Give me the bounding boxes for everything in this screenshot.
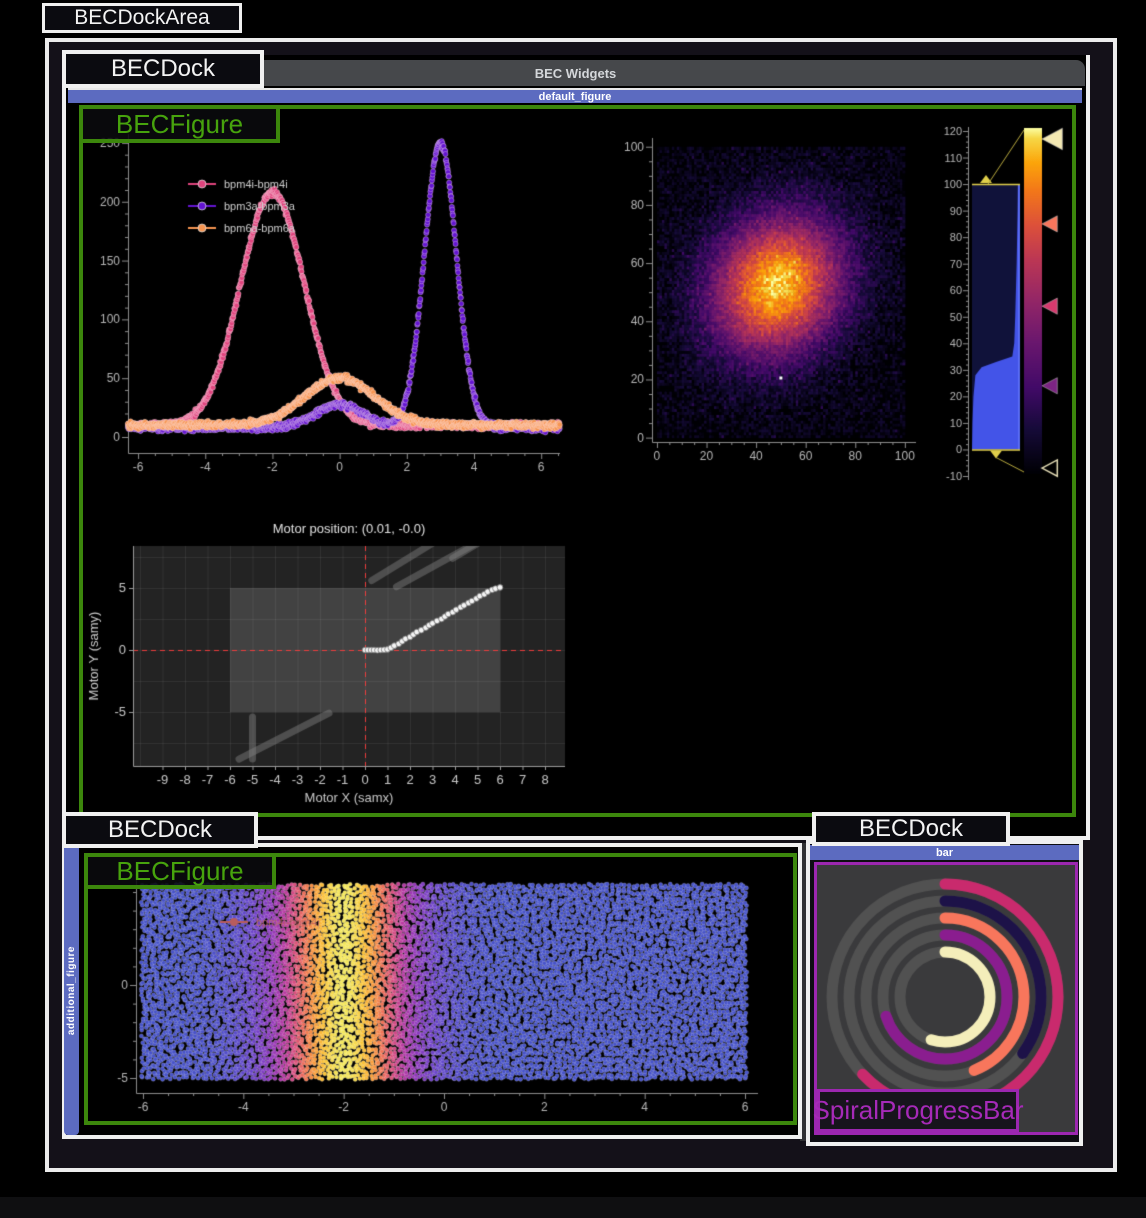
dock2-titlebar[interactable]: additional_figure bbox=[64, 847, 79, 1135]
dock-1-annotation-label: BECDock bbox=[62, 50, 264, 88]
figure-1-annotation-label: BECFigure bbox=[79, 105, 280, 143]
heatmap-plot[interactable] bbox=[608, 110, 938, 482]
motor-map-plot[interactable] bbox=[85, 518, 590, 810]
dock3-title: bar bbox=[936, 847, 953, 859]
colorbar-histogram-lut[interactable] bbox=[928, 106, 1074, 498]
dock-area-annotation-label: BECDockArea bbox=[42, 3, 242, 33]
scan-scatter-plot[interactable] bbox=[90, 860, 794, 1122]
window-title: BEC Widgets bbox=[535, 66, 617, 81]
dock1-title: default_figure bbox=[539, 91, 612, 103]
waveform-plot[interactable] bbox=[88, 112, 578, 480]
bec-app-window: BEC Widgets default_figure BECFigure BEC… bbox=[0, 0, 1146, 1218]
dock3-titlebar[interactable]: bar bbox=[810, 845, 1079, 860]
dock2-title: additional_figure bbox=[66, 946, 77, 1035]
spiral-annotation-label: SpiralProgressBar bbox=[817, 1089, 1019, 1132]
dock1-titlebar[interactable]: default_figure bbox=[68, 88, 1082, 103]
dock-2-annotation-label: BECDock bbox=[62, 812, 258, 848]
figure-2-annotation-label: BECFigure bbox=[84, 853, 276, 889]
dock-3-annotation-label: BECDock bbox=[812, 812, 1010, 846]
bottom-strip bbox=[0, 1197, 1146, 1218]
